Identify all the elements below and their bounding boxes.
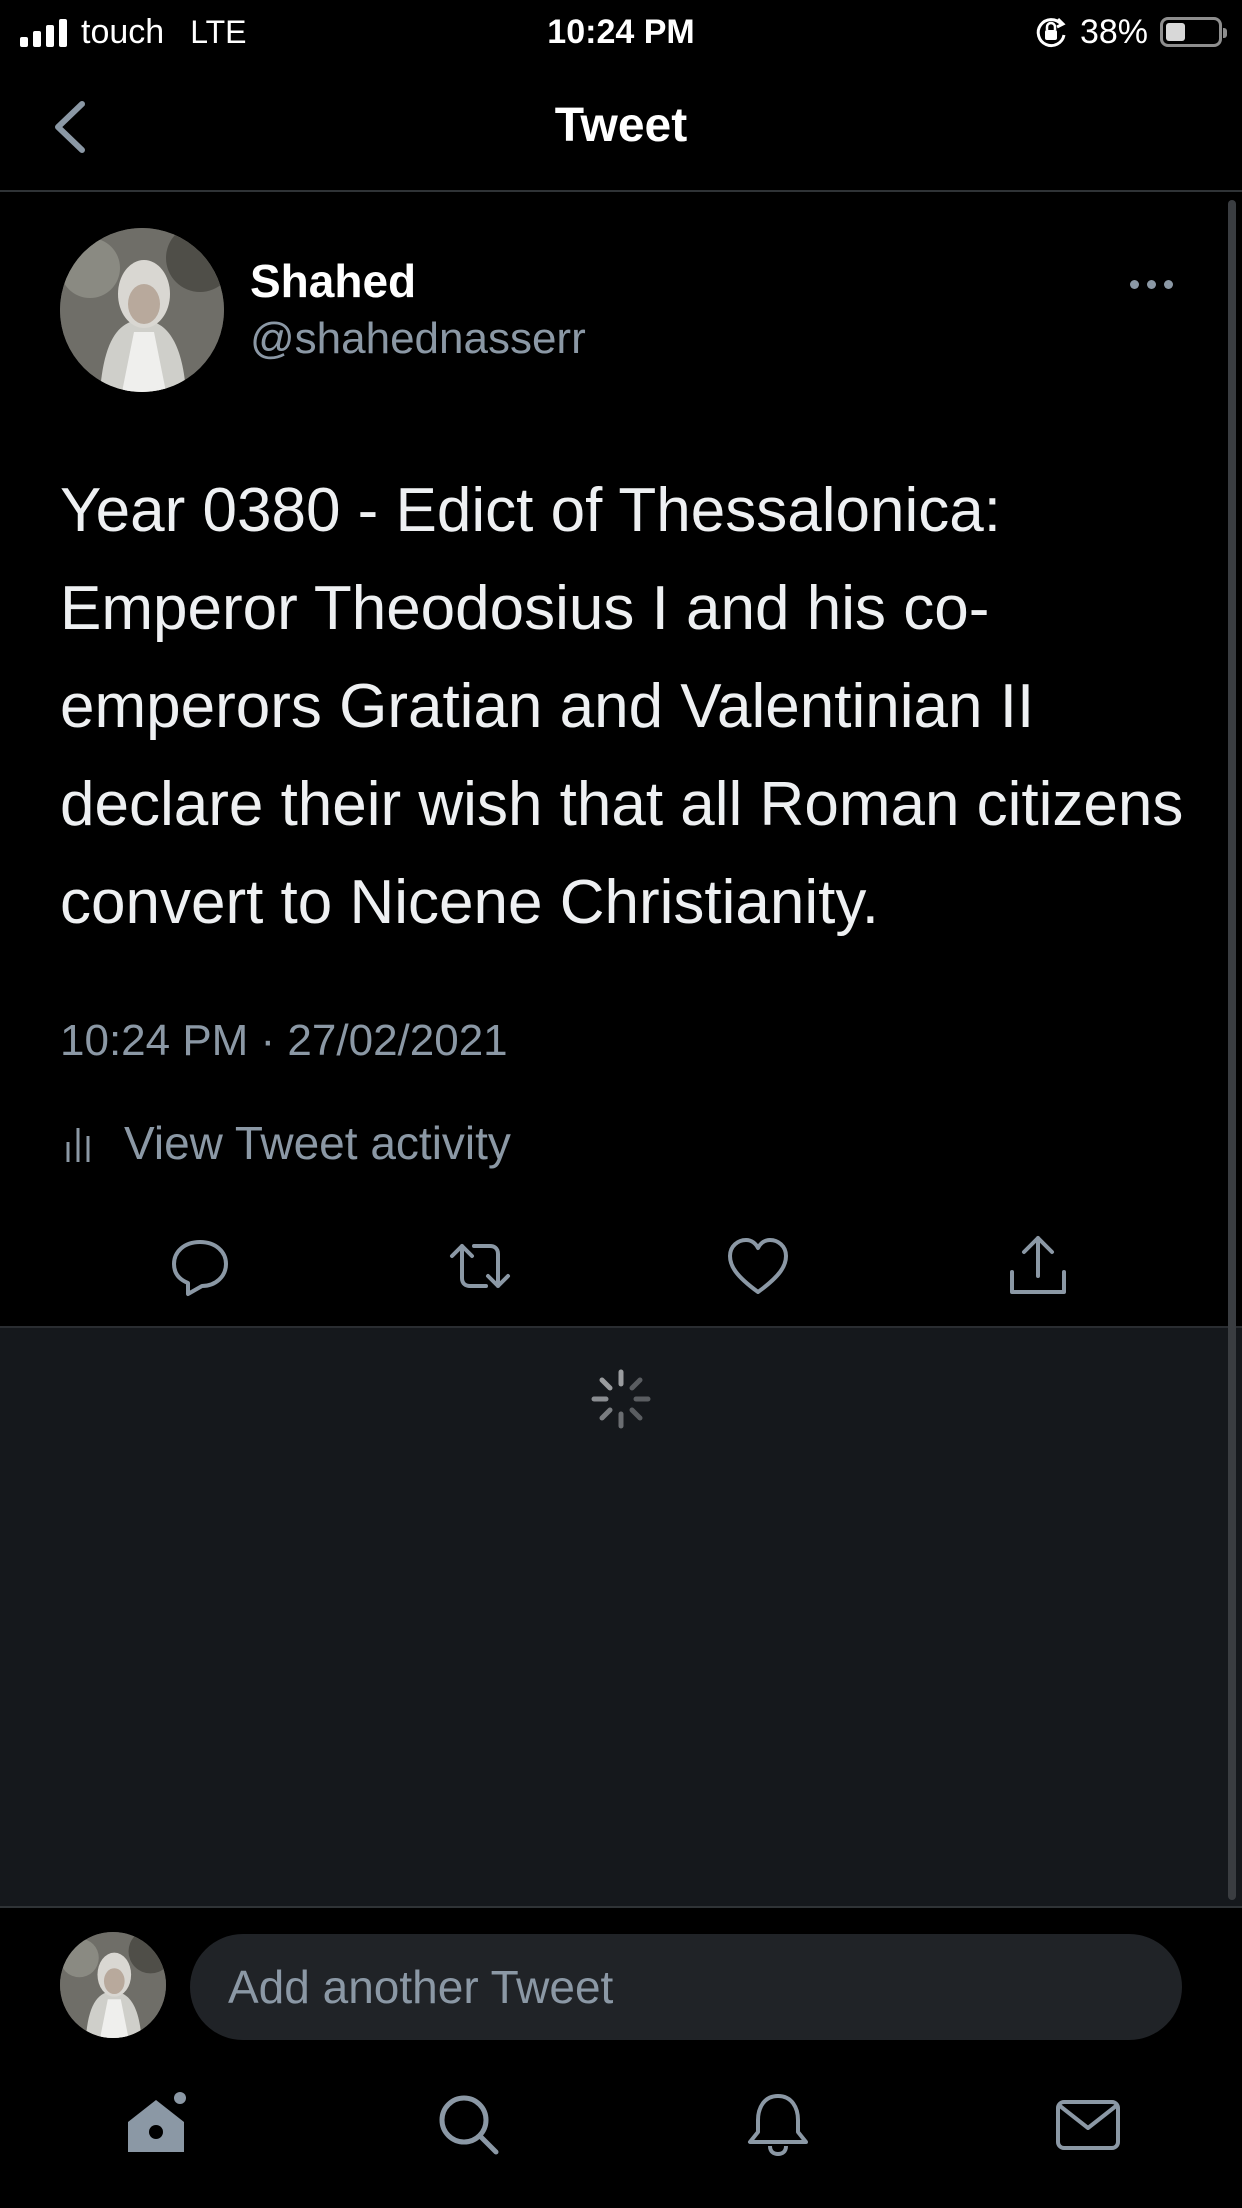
view-tweet-activity-link[interactable]: View Tweet activity bbox=[60, 1116, 511, 1170]
reply-placeholder: Add another Tweet bbox=[228, 1961, 614, 2013]
like-icon[interactable] bbox=[722, 1230, 794, 1302]
tweet-detail: Shahed @shahednasserr Year 0380 - Edict … bbox=[0, 194, 1242, 1326]
reply-icon[interactable] bbox=[164, 1230, 236, 1302]
status-bar: touch LTE 10:24 PM 38% bbox=[0, 0, 1242, 64]
activity-label: View Tweet activity bbox=[124, 1117, 511, 1169]
tweet-timestamp: 10:24 PM · 27/02/2021 bbox=[60, 1016, 508, 1065]
tweet-detail-screen: touch LTE 10:24 PM 38% Tweet Shahed @sha… bbox=[0, 0, 1242, 2208]
battery-icon bbox=[1160, 17, 1227, 47]
user-handle[interactable]: @shahednasserr bbox=[250, 314, 586, 364]
reply-bar: Add another Tweet bbox=[0, 1906, 1242, 2066]
tweet-actions bbox=[0, 1230, 1242, 1310]
replies-area bbox=[0, 1326, 1242, 1906]
more-options-icon[interactable] bbox=[1130, 274, 1178, 294]
tweet-text: Year 0380 - Edict of Thessalonica: Emper… bbox=[60, 476, 1184, 937]
notifications-icon[interactable] bbox=[742, 2088, 814, 2160]
avatar-image bbox=[60, 1932, 166, 2038]
messages-icon[interactable] bbox=[1052, 2088, 1124, 2160]
header: Tweet bbox=[0, 64, 1242, 192]
reply-avatar bbox=[60, 1932, 166, 2038]
bar-chart-icon bbox=[66, 1128, 90, 1162]
avatar-image bbox=[60, 228, 224, 392]
add-tweet-input[interactable]: Add another Tweet bbox=[190, 1934, 1182, 2040]
retweet-icon[interactable] bbox=[444, 1230, 516, 1302]
status-right: 38% bbox=[1034, 10, 1227, 54]
battery-fill bbox=[1166, 23, 1185, 41]
home-icon[interactable] bbox=[120, 2088, 192, 2160]
display-name[interactable]: Shahed bbox=[250, 254, 416, 308]
avatar[interactable] bbox=[60, 228, 224, 392]
share-icon[interactable] bbox=[1002, 1230, 1074, 1302]
page-title: Tweet bbox=[554, 99, 688, 152]
loading-spinner-icon bbox=[591, 1369, 651, 1429]
orientation-lock-icon bbox=[1036, 17, 1066, 48]
tab-bar bbox=[0, 2066, 1242, 2208]
scrollbar[interactable] bbox=[1228, 200, 1236, 1900]
search-icon[interactable] bbox=[432, 2088, 504, 2160]
battery-percent: 38% bbox=[1079, 12, 1148, 51]
